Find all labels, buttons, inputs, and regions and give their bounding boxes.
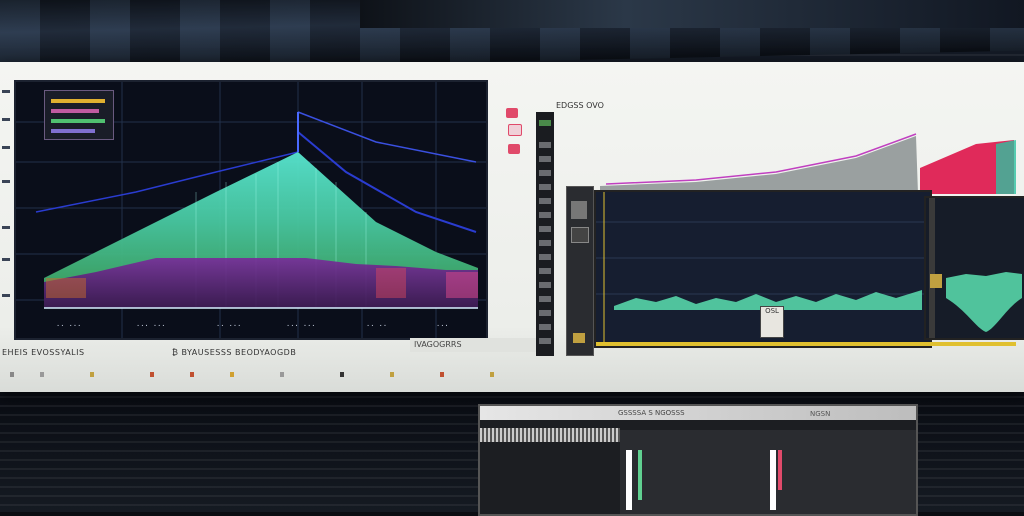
axis-tick (2, 180, 10, 183)
status-dot (150, 372, 154, 377)
axis-tick (2, 90, 10, 93)
lower-header-text: GSSSSA S NGOSSS (618, 409, 685, 417)
lower-marker (770, 450, 776, 510)
marker-icon[interactable] (508, 144, 520, 154)
svg-text:··· ···: ··· ··· (286, 322, 316, 330)
spectrum-side-window[interactable] (924, 196, 1024, 340)
svg-text:···: ··· (436, 322, 449, 330)
status-dot (280, 372, 284, 377)
legend-box (44, 90, 114, 140)
lower-display (620, 430, 916, 514)
track-cell (539, 212, 551, 218)
track-cell (539, 120, 551, 126)
lower-marker (626, 450, 632, 510)
channel-indicator (573, 333, 585, 343)
status-dot (90, 372, 94, 377)
legend-swatch (51, 109, 99, 113)
status-dot (340, 372, 344, 377)
channel-button[interactable] (571, 227, 589, 243)
axis-tick (2, 146, 10, 149)
track-cell (539, 324, 551, 330)
svg-text:·· ···: ·· ··· (56, 322, 81, 330)
lower-window[interactable]: GSSSSA S NGOSSS NGSN (478, 404, 918, 516)
track-cell (539, 198, 551, 204)
status-dot (10, 372, 14, 377)
track-strip[interactable] (536, 112, 554, 356)
track-cell (539, 268, 551, 274)
status-dots-row (0, 370, 540, 380)
track-cell (539, 282, 551, 288)
caption-right: IVAGOGRRS (410, 338, 538, 352)
svg-text:·· ···: ·· ··· (216, 322, 241, 330)
playhead-bar (596, 342, 1016, 346)
lower-header-right: NGSN (810, 410, 831, 418)
right-overview-plot (600, 133, 1016, 194)
track-cell (539, 156, 551, 162)
top-monitor-strip-right (360, 0, 1024, 28)
record-icon[interactable] (508, 124, 522, 136)
track-cell (539, 296, 551, 302)
axis-tick (2, 258, 10, 261)
pin-icon[interactable] (506, 108, 518, 118)
caption-left: EHEIS EVOSSYALIS (2, 348, 85, 357)
caption-mid: ₿ BYAUSESSS BEODYAOGDB (172, 348, 297, 357)
legend-swatch (51, 99, 105, 103)
value-badge-text: OSL (765, 307, 779, 315)
legend-swatch (51, 119, 105, 123)
track-cell (539, 254, 551, 260)
channel-strip[interactable] (566, 186, 594, 356)
track-cell (539, 240, 551, 246)
status-dot (490, 372, 494, 377)
track-cell (539, 338, 551, 344)
axis-tick (2, 118, 10, 121)
track-cell (539, 184, 551, 190)
side-plot (929, 198, 1022, 338)
track-cell (539, 170, 551, 176)
track-cell (539, 310, 551, 316)
legend-swatch (51, 129, 95, 133)
lower-marker (778, 450, 782, 490)
svg-text:·· ··: ·· ·· (366, 322, 387, 330)
value-badge[interactable]: OSL (760, 306, 784, 338)
lower-ruler (480, 428, 620, 442)
status-dot (190, 372, 194, 377)
track-cell (539, 226, 551, 232)
status-dot (440, 372, 444, 377)
status-dot (230, 372, 234, 377)
left-axis (0, 80, 14, 336)
axis-tick (2, 294, 10, 297)
track-cell (539, 142, 551, 148)
lower-header: GSSSSA S NGOSSS NGSN (480, 406, 916, 420)
status-dot (390, 372, 394, 377)
lower-marker (638, 450, 642, 500)
axis-tick (2, 226, 10, 229)
status-dot (40, 372, 44, 377)
channel-knob[interactable] (571, 201, 587, 219)
svg-text:··· ···: ··· ··· (136, 322, 166, 330)
